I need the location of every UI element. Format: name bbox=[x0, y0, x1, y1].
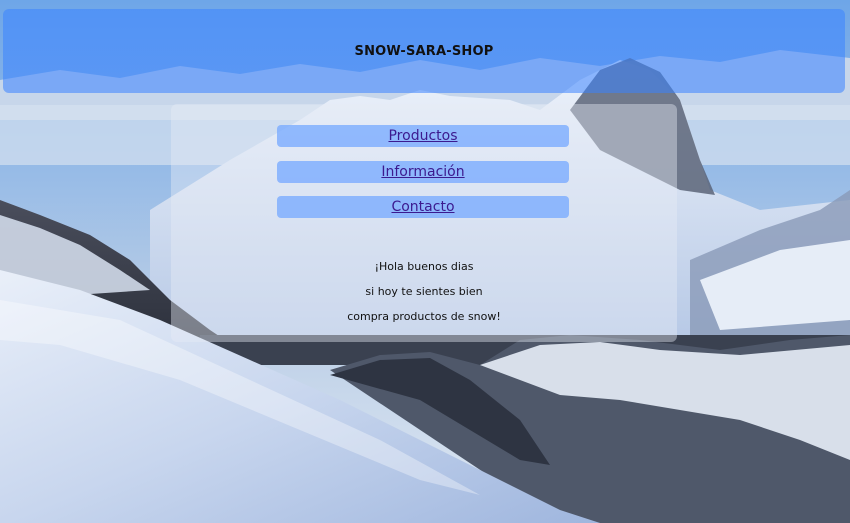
greeting-line-3: compra productos de snow! bbox=[347, 310, 501, 323]
nav-link-productos[interactable]: Productos bbox=[277, 125, 569, 147]
greeting-line-2: si hoy te sientes bien bbox=[365, 285, 483, 298]
content-panel: Productos Información Contacto ¡Hola bue… bbox=[171, 104, 677, 342]
greeting-line-1: ¡Hola buenos dias bbox=[374, 260, 474, 273]
nav-link-informacion[interactable]: Información bbox=[277, 161, 569, 183]
site-title: SNOW-SARA-SHOP bbox=[354, 43, 494, 59]
site-header: SNOW-SARA-SHOP bbox=[3, 9, 845, 93]
nav-link-contacto[interactable]: Contacto bbox=[277, 196, 569, 218]
